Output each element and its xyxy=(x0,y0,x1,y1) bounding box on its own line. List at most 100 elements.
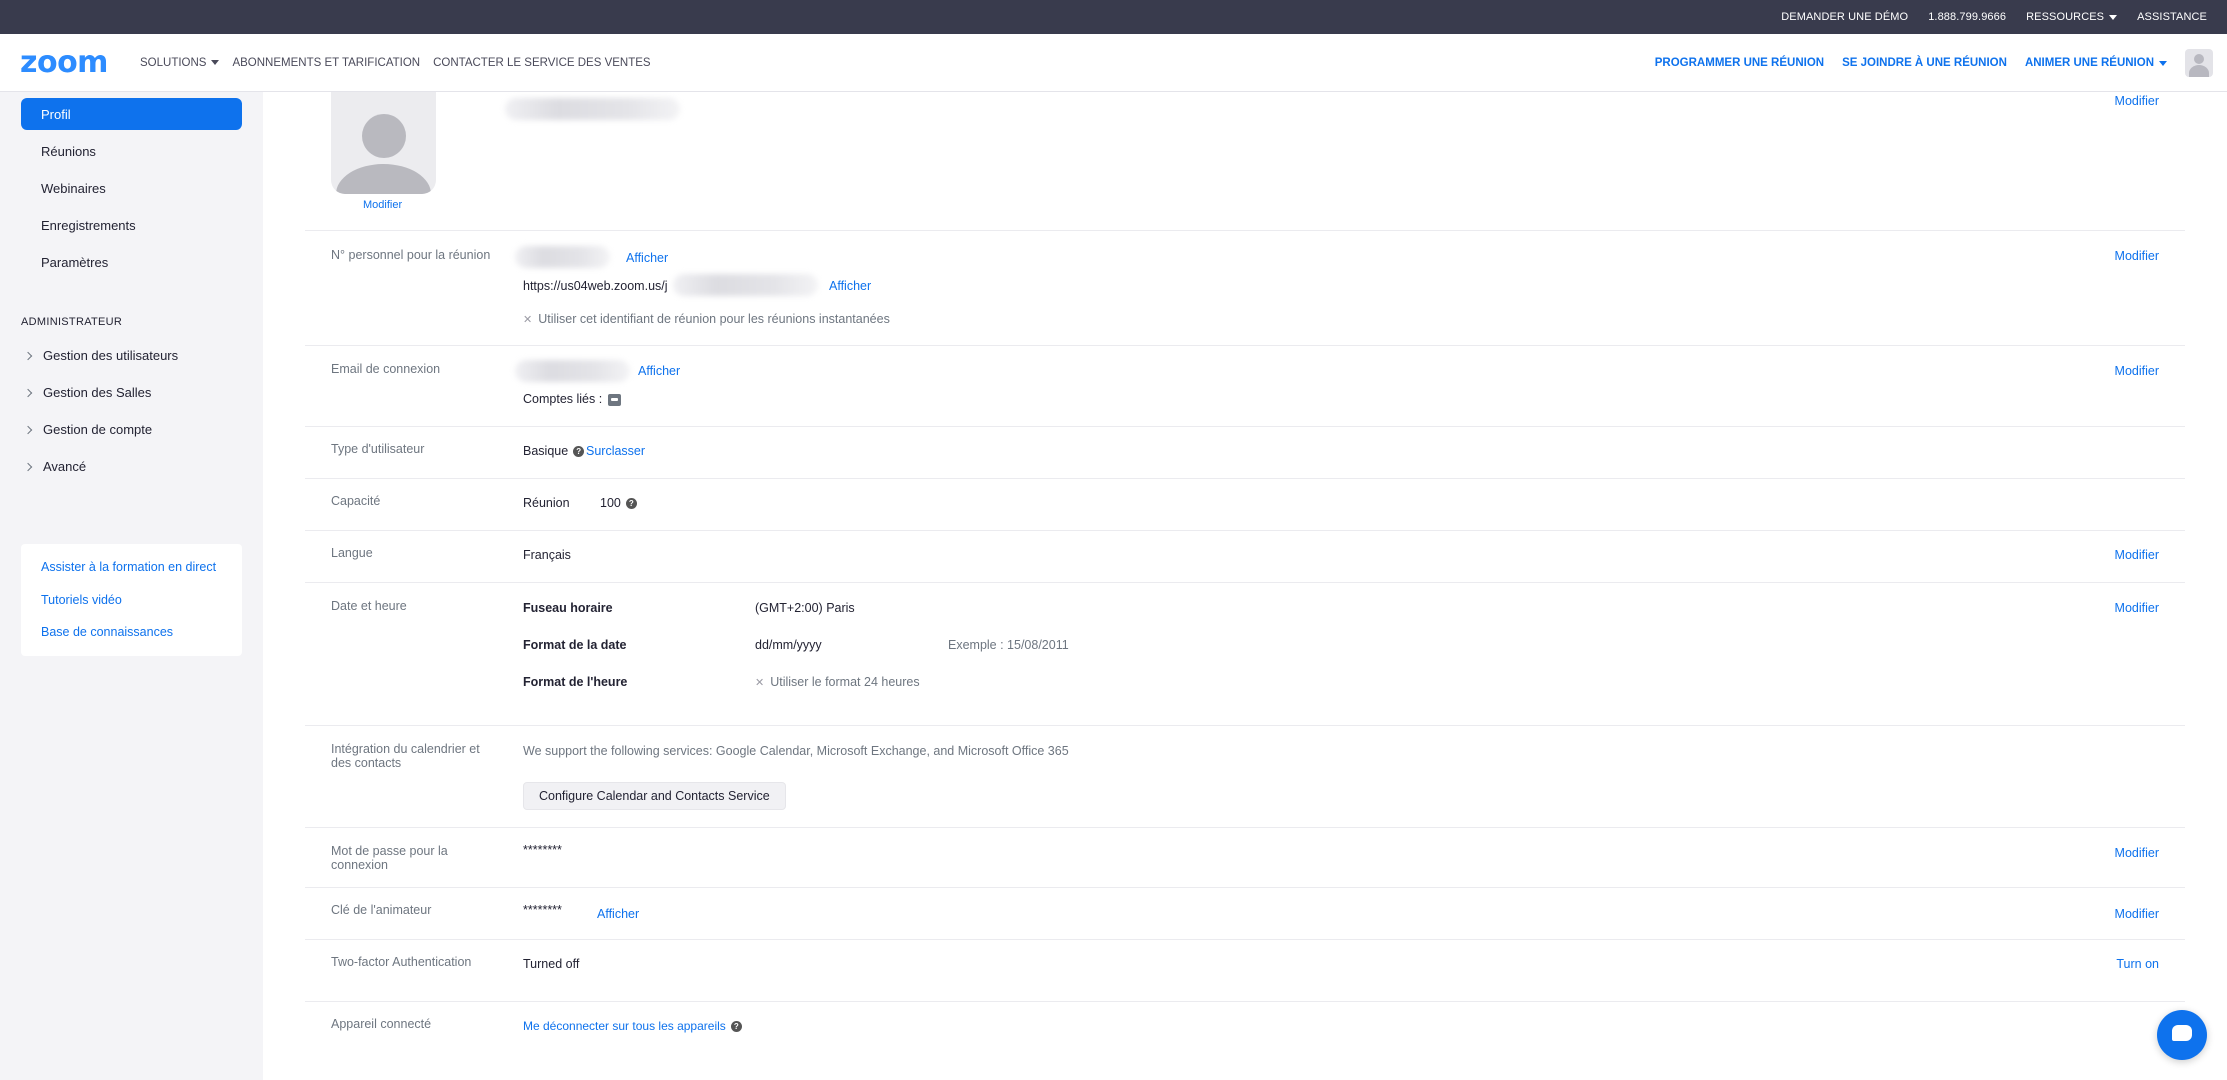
instant-meeting-option: ✕ Utiliser cet identifiant de réunion pou… xyxy=(523,312,890,326)
help-icon[interactable]: ? xyxy=(730,1021,742,1033)
password-label: Mot de passe pour la connexion xyxy=(331,844,448,872)
show-host-key-link[interactable]: Afficher xyxy=(597,907,639,921)
host-meeting-menu[interactable]: ANIMER UNE RÉUNION xyxy=(2025,57,2167,69)
edit-name-link[interactable]: Modifier xyxy=(2115,94,2159,108)
profile-picture[interactable] xyxy=(331,92,436,194)
divider xyxy=(305,230,2185,231)
help-icon[interactable]: ? xyxy=(625,498,637,510)
configure-calendar-button[interactable]: Configure Calendar and Contacts Service xyxy=(523,782,786,810)
sidebar-item-label: Avancé xyxy=(43,459,87,474)
divider xyxy=(305,887,2185,888)
upgrade-link[interactable]: Surclasser xyxy=(586,444,645,458)
sidebar-item-label: Gestion de compte xyxy=(43,422,153,437)
edit-photo-link[interactable]: Modifier xyxy=(363,199,402,211)
calendar-label-line2: des contacts xyxy=(331,756,402,770)
edit-host-key-link[interactable]: Modifier xyxy=(2115,907,2159,921)
phone-link[interactable]: 1.888.799.9666 xyxy=(1928,11,2006,23)
password-value: ******** xyxy=(523,843,562,857)
chevron-down-icon xyxy=(211,60,220,65)
divider xyxy=(305,582,2185,583)
sidebar-item-webinars[interactable]: Webinaires xyxy=(21,172,242,204)
password-label-line2: connexion xyxy=(331,858,388,872)
blurred-meeting-url xyxy=(673,274,818,296)
sidebar-item-settings[interactable]: Paramètres xyxy=(21,246,242,278)
chevron-down-icon xyxy=(2159,60,2167,66)
linked-accounts: Comptes liés : xyxy=(523,392,622,406)
divider xyxy=(305,827,2185,828)
two-factor-label: Two-factor Authentication xyxy=(331,955,472,969)
main-navbar: zoom SOLUTIONS ABONNEMENTS ET TARIFICATI… xyxy=(0,34,2227,92)
nav-left-menu: SOLUTIONS ABONNEMENTS ET TARIFICATION CO… xyxy=(140,57,664,69)
user-avatar[interactable] xyxy=(2185,49,2213,77)
timezone-value: (GMT+2:00) Paris xyxy=(755,601,855,615)
show-url-link[interactable]: Afficher xyxy=(829,279,871,293)
video-tutorials-link[interactable]: Tutoriels vidéo xyxy=(41,593,122,607)
capacity-label: Capacité xyxy=(331,494,381,508)
language-value: Français xyxy=(523,548,571,562)
sidebar-item-profile[interactable]: Profil xyxy=(21,98,242,130)
avatar-head-shape xyxy=(362,114,406,158)
host-key-label: Clé de l'animateur xyxy=(331,903,432,917)
logout-all-devices-link[interactable]: Me déconnecter sur tous les appareils xyxy=(523,1019,726,1033)
timezone-label: Fuseau horaire xyxy=(523,601,613,615)
linked-account-icon xyxy=(608,393,622,406)
help-icon[interactable]: ? xyxy=(573,446,585,458)
sidebar-item-room-management[interactable]: Gestion des Salles xyxy=(21,385,151,400)
sidebar: Profil Réunions Webinaires Enregistremen… xyxy=(0,92,263,1080)
calendar-description: We support the following services: Googl… xyxy=(523,744,1069,758)
support-link[interactable]: ASSISTANCE xyxy=(2137,11,2207,23)
solutions-menu[interactable]: SOLUTIONS xyxy=(140,56,220,69)
turn-on-two-factor-link[interactable]: Turn on xyxy=(2116,957,2159,971)
two-factor-value: Turned off xyxy=(523,957,580,971)
linked-accounts-label: Comptes liés : xyxy=(523,392,603,406)
sidebar-item-user-management[interactable]: Gestion des utilisateurs xyxy=(21,348,178,363)
chat-support-button[interactable] xyxy=(2157,1010,2207,1060)
sidebar-item-label: Gestion des utilisateurs xyxy=(43,348,179,363)
request-demo-link[interactable]: DEMANDER UNE DÉMO xyxy=(1781,11,1908,23)
user-type-text: Basique xyxy=(523,444,569,458)
divider xyxy=(305,478,2185,479)
sidebar-item-recordings[interactable]: Enregistrements xyxy=(21,209,242,241)
plans-pricing-link[interactable]: ABONNEMENTS ET TARIFICATION xyxy=(232,57,420,69)
calendar-label-line1: Intégration du calendrier et xyxy=(331,742,480,756)
contact-sales-link[interactable]: CONTACTER LE SERVICE DES VENTES xyxy=(433,57,650,69)
resources-menu[interactable]: RESSOURCES xyxy=(2026,11,2118,23)
date-format-example: Exemple : 15/08/2011 xyxy=(948,638,1069,652)
time-format-label: Format de l'heure xyxy=(523,675,628,689)
time-format-value: ✕ Utiliser le format 24 heures xyxy=(755,675,920,689)
join-meeting-link[interactable]: SE JOINDRE À UNE RÉUNION xyxy=(1842,57,2007,69)
host-meeting-label: ANIMER UNE RÉUNION xyxy=(2024,57,2154,69)
devices-label: Appareil connecté xyxy=(331,1017,432,1031)
show-pmi-link[interactable]: Afficher xyxy=(626,251,668,265)
zoom-logo[interactable]: zoom xyxy=(20,45,140,80)
capacity-number: 100 xyxy=(600,496,621,510)
sidebar-item-account-management[interactable]: Gestion de compte xyxy=(21,422,152,437)
time-format-text: Utiliser le format 24 heures xyxy=(770,675,920,689)
blurred-email xyxy=(515,360,630,382)
chevron-right-icon xyxy=(23,351,33,360)
edit-pmi-link[interactable]: Modifier xyxy=(2115,249,2159,263)
edit-password-link[interactable]: Modifier xyxy=(2115,846,2159,860)
divider xyxy=(305,725,2185,726)
chat-bubble-icon xyxy=(2172,1025,2192,1041)
close-icon: ✕ xyxy=(755,677,765,689)
user-type-label: Type d'utilisateur xyxy=(331,442,425,456)
knowledge-base-link[interactable]: Base de connaissances xyxy=(41,625,173,639)
sidebar-item-advanced[interactable]: Avancé xyxy=(21,459,86,474)
blurred-meeting-id xyxy=(515,246,610,268)
show-email-link[interactable]: Afficher xyxy=(638,364,680,378)
schedule-meeting-link[interactable]: PROGRAMMER UNE RÉUNION xyxy=(1655,57,1824,69)
divider xyxy=(305,426,2185,427)
edit-datetime-link[interactable]: Modifier xyxy=(2115,601,2159,615)
user-type-value: Basique? xyxy=(523,444,585,458)
pmi-label: N° personnel pour la réunion xyxy=(331,248,491,262)
edit-email-link[interactable]: Modifier xyxy=(2115,364,2159,378)
sidebar-item-meetings[interactable]: Réunions xyxy=(21,135,242,167)
edit-language-link[interactable]: Modifier xyxy=(2115,548,2159,562)
divider xyxy=(305,1001,2185,1002)
live-training-link[interactable]: Assister à la formation en direct xyxy=(41,560,216,574)
chevron-right-icon xyxy=(23,388,33,397)
help-links-box: Assister à la formation en direct Tutori… xyxy=(21,544,242,656)
solutions-label: SOLUTIONS xyxy=(140,56,207,69)
blurred-display-name xyxy=(505,98,680,120)
